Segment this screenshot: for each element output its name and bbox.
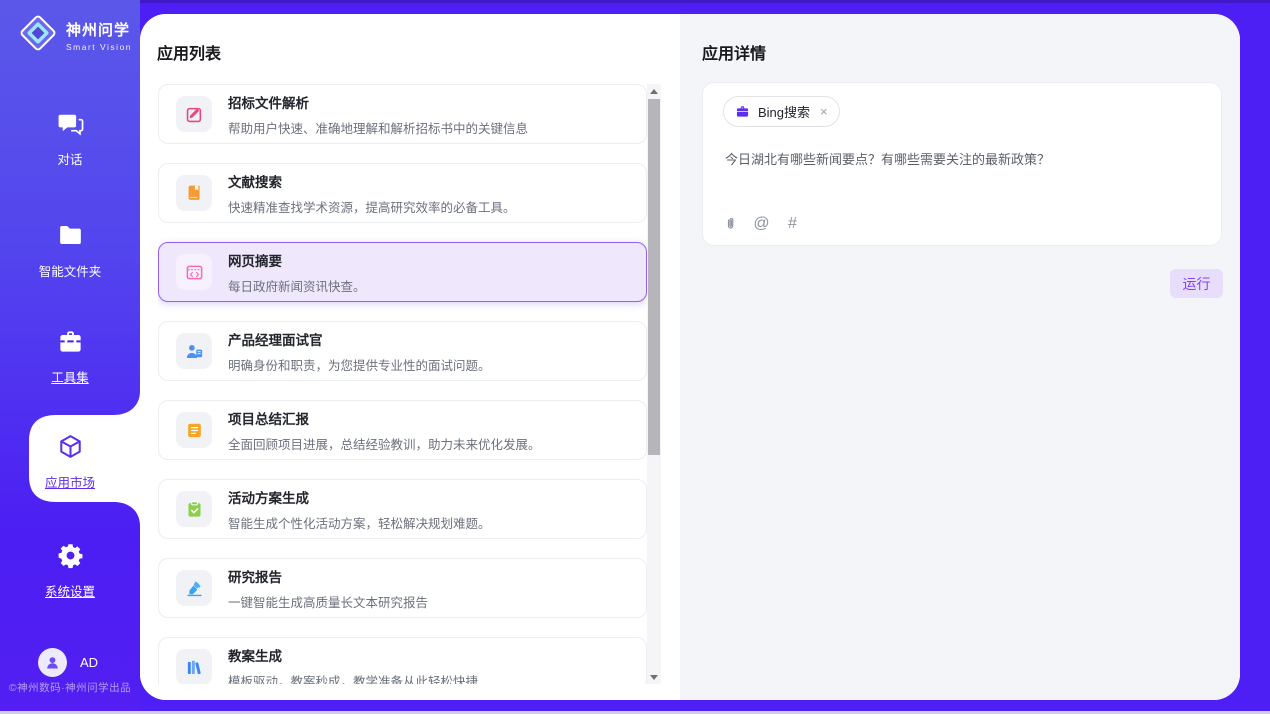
scroll-down-icon[interactable] — [647, 670, 661, 684]
sidebar-footer: ©神州数码·神州问学出品 — [0, 680, 140, 695]
prompt-input[interactable]: 今日湖北有哪些新闻要点？有哪些需要关注的最新政策？ — [725, 150, 1197, 170]
avatar — [38, 648, 67, 677]
interviewer-icon — [176, 333, 212, 369]
tool-tag-bing-search[interactable]: Bing搜索 × — [723, 96, 840, 127]
app-desc: 快速精准查找学术资源，提高研究效率的必备工具。 — [228, 197, 516, 216]
app-window: 神州问学 Smart Vision 对话智能文件夹工具集应用市场系统设置 AD … — [0, 0, 1270, 714]
app-card[interactable]: 网页摘要每日政府新闻资讯快查。 — [158, 242, 647, 302]
scrollbar-thumb[interactable] — [648, 99, 660, 455]
app-card[interactable]: 项目总结汇报全面回顾项目进展，总结经验教训，助力未来优化发展。 — [158, 400, 647, 460]
app-desc: 全面回顾项目进展，总结经验教训，助力未来优化发展。 — [228, 434, 541, 453]
books-icon — [176, 649, 212, 684]
app-name: 研究报告 — [228, 566, 428, 586]
diamond-gem-icon — [18, 13, 58, 58]
app-card[interactable]: 教案生成模板驱动，教案秒成，教学准备从此轻松快捷 — [158, 637, 647, 684]
sidebar-item-label: 智能文件夹 — [0, 261, 140, 280]
app-name: 产品经理面试官 — [228, 329, 491, 349]
app-desc: 一键智能生成高质量长文本研究报告 — [228, 592, 428, 611]
sidebar-item-label: 应用市场 — [0, 472, 140, 491]
brand-subtitle: Smart Vision — [66, 42, 132, 52]
brand-logo: 神州问学 Smart Vision — [18, 13, 132, 58]
sidebar-item-toolset[interactable]: 工具集 — [0, 328, 140, 386]
close-icon[interactable]: × — [818, 104, 828, 119]
user-chip[interactable]: AD — [38, 648, 98, 677]
app-card[interactable]: 文献搜索快速精准查找学术资源，提高研究效率的必备工具。 — [158, 163, 647, 223]
app-list: 招标文件解析帮助用户快速、准确地理解和解析招标书中的关键信息文献搜索快速精准查找… — [158, 84, 648, 684]
at-icon[interactable]: @ — [752, 214, 771, 233]
window-top-edge — [0, 0, 1270, 3]
sidebar-item-smart-folder[interactable]: 智能文件夹 — [0, 222, 140, 280]
tool-tag-label: Bing搜索 — [758, 102, 810, 121]
sidebar-item-chat[interactable]: 对话 — [0, 110, 140, 168]
app-desc: 明确身份和职责，为您提供专业性的面试问题。 — [228, 355, 491, 374]
app-name: 教案生成 — [228, 645, 478, 665]
sidebar-item-app-market[interactable]: 应用市场 — [0, 433, 140, 491]
edit-doc-icon — [176, 96, 212, 132]
paperclip-icon[interactable] — [721, 214, 740, 233]
chat-icon — [57, 110, 84, 137]
app-card[interactable]: 活动方案生成智能生成个性化活动方案，轻松解决规划难题。 — [158, 479, 647, 539]
run-button[interactable]: 运行 — [1170, 269, 1223, 298]
webpage-code-icon — [176, 254, 212, 290]
cube-icon — [57, 433, 84, 460]
brand-name: 神州问学 — [66, 19, 132, 40]
app-card[interactable]: 产品经理面试官明确身份和职责，为您提供专业性的面试问题。 — [158, 321, 647, 381]
sidebar: 神州问学 Smart Vision 对话智能文件夹工具集应用市场系统设置 AD … — [0, 0, 140, 711]
sidebar-item-label: 对话 — [0, 149, 140, 168]
sidebar-item-label: 工具集 — [0, 367, 140, 386]
app-list-title: 应用列表 — [157, 40, 221, 64]
scrollbar[interactable] — [647, 84, 661, 684]
user-initials: AD — [80, 655, 98, 670]
briefcase-icon — [735, 104, 750, 119]
app-list-panel: 应用列表 招标文件解析帮助用户快速、准确地理解和解析招标书中的关键信息文献搜索快… — [140, 14, 680, 700]
book-icon — [176, 175, 212, 211]
scroll-up-icon[interactable] — [647, 84, 661, 98]
gear-icon — [57, 542, 84, 569]
app-name: 网页摘要 — [228, 250, 366, 270]
app-detail-title: 应用详情 — [702, 40, 766, 64]
clipboard-check-icon — [176, 491, 212, 527]
app-desc: 智能生成个性化活动方案，轻松解决规划难题。 — [228, 513, 491, 532]
app-desc: 帮助用户快速、准确地理解和解析招标书中的关键信息 — [228, 118, 528, 137]
folder-icon — [57, 222, 84, 249]
sidebar-item-settings[interactable]: 系统设置 — [0, 542, 140, 600]
prompt-card: Bing搜索 × 今日湖北有哪些新闻要点？有哪些需要关注的最新政策？ @ # — [702, 82, 1222, 246]
app-desc: 每日政府新闻资讯快查。 — [228, 276, 366, 295]
hash-icon[interactable]: # — [783, 214, 802, 233]
attach-toolbar: @ # — [721, 214, 802, 233]
report-note-icon — [176, 412, 212, 448]
app-name: 项目总结汇报 — [228, 408, 541, 428]
app-desc: 模板驱动，教案秒成，教学准备从此轻松快捷 — [228, 671, 478, 685]
app-detail-panel: 应用详情 Bing搜索 × 今日湖北有哪些新闻要点？有哪些需要关注的最新政策？ — [680, 14, 1240, 700]
toolbox-icon — [57, 328, 84, 355]
ink-pen-icon — [176, 570, 212, 606]
app-name: 活动方案生成 — [228, 487, 491, 507]
content-card: 应用列表 招标文件解析帮助用户快速、准确地理解和解析招标书中的关键信息文献搜索快… — [140, 14, 1240, 700]
app-name: 文献搜索 — [228, 171, 516, 191]
app-name: 招标文件解析 — [228, 92, 528, 112]
sidebar-item-label: 系统设置 — [0, 581, 140, 600]
app-card[interactable]: 研究报告一键智能生成高质量长文本研究报告 — [158, 558, 647, 618]
app-card[interactable]: 招标文件解析帮助用户快速、准确地理解和解析招标书中的关键信息 — [158, 84, 647, 144]
